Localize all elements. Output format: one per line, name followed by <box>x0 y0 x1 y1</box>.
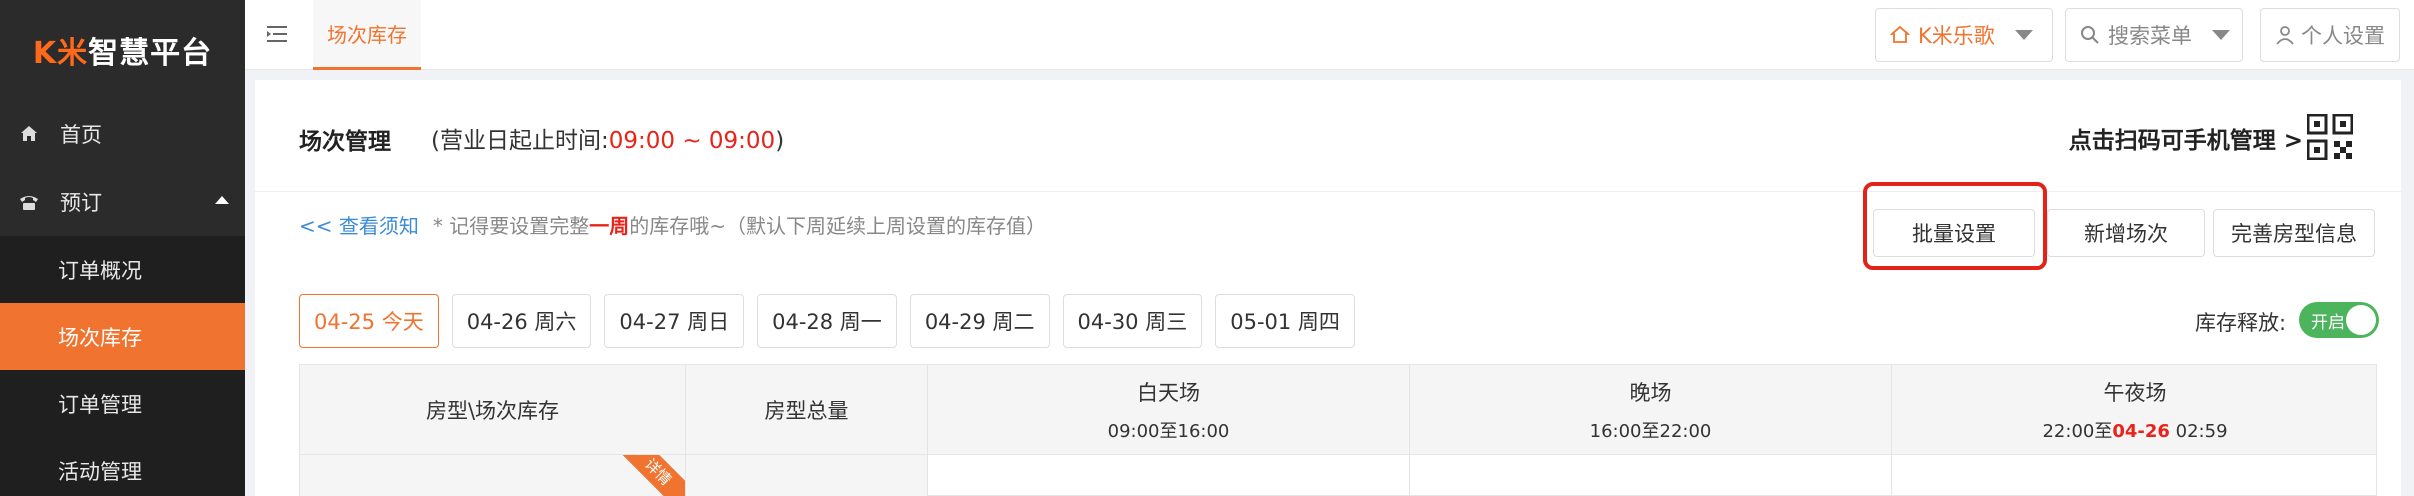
sidebar-item-label: 预订 <box>60 191 102 215</box>
sidebar: K米 智慧平台 首页 预订 订单概况 场次库存 订单管理 活动管理 <box>0 0 245 496</box>
hours-value: 09:00 ~ 09:00 <box>608 128 776 154</box>
session-time-end: 02:59 <box>2169 421 2228 442</box>
home-icon <box>1890 25 1910 45</box>
notice-text: * 记得要设置完整 <box>432 214 590 238</box>
sidebar-item-order-overview[interactable]: 订单概况 <box>0 236 245 303</box>
date-tab-0426[interactable]: 04-26 周六 <box>451 294 592 348</box>
session-name: 白天场 <box>1137 381 1200 405</box>
table-row: 详情 <box>300 455 2376 496</box>
chevron-down-icon <box>2014 30 2033 40</box>
logo-text: 智慧平台 <box>88 36 213 71</box>
store-select[interactable]: K米乐歌 <box>1875 8 2053 62</box>
chevron-down-icon <box>2212 30 2230 40</box>
column-title: 房型\场次库存 <box>425 399 560 423</box>
bulk-settings-button[interactable]: 批量设置 <box>1873 209 2035 257</box>
notice-text: 的库存哦~（默认下周延续上周设置的库存值） <box>629 214 1046 238</box>
evening-session-cell[interactable] <box>1410 455 1892 496</box>
sidebar-item-session-inventory[interactable]: 场次库存 <box>0 303 245 370</box>
date-tab-0427[interactable]: 04-27 周日 <box>604 294 745 348</box>
room-cell: 详情 <box>300 455 686 496</box>
notice-highlight: 一周 <box>589 214 630 238</box>
personal-settings-button[interactable]: 个人设置 <box>2260 8 2400 62</box>
total-cell <box>686 455 928 496</box>
column-header-total: 房型总量 <box>686 365 928 455</box>
scan-qr-link[interactable]: 点击扫码可手机管理 > <box>2069 121 2303 155</box>
inventory-table: 房型\场次库存 房型总量 白天场 09:00至16:00 晚场 16:00至22… <box>299 364 2377 496</box>
column-header-evening-session: 晚场 16:00至22:00 <box>1410 365 1892 455</box>
hours-suffix: ) <box>775 128 785 154</box>
inventory-release-label: 库存释放: <box>2195 311 2287 335</box>
sidebar-item-booking[interactable]: 预订 <box>0 168 245 236</box>
logo-brand: K米 <box>32 36 89 71</box>
toggle-label: 开启 <box>2311 312 2345 333</box>
details-ribbon[interactable]: 详情 <box>616 455 685 496</box>
date-tab-0425[interactable]: 04-25 今天 <box>299 294 439 348</box>
session-time: 22:00至04-26 02:59 <box>2042 417 2227 443</box>
session-name: 午夜场 <box>2103 381 2167 405</box>
toggle-knob <box>2346 305 2376 335</box>
settings-label: 个人设置 <box>2301 24 2385 48</box>
column-header-midnight-session: 午夜场 22:00至04-26 02:59 <box>1892 365 2378 455</box>
qr-code-icon[interactable] <box>2306 113 2354 161</box>
phone-icon <box>16 189 42 215</box>
inventory-release-toggle[interactable]: 开启 <box>2299 302 2379 338</box>
page-title: 场次管理 <box>299 129 391 155</box>
date-tab-0428[interactable]: 04-28 周一 <box>757 294 897 348</box>
menu-search[interactable]: 搜索菜单 <box>2065 8 2243 62</box>
column-header-day-session: 白天场 09:00至16:00 <box>928 365 1410 455</box>
home-icon <box>16 121 42 147</box>
table-header: 房型\场次库存 房型总量 白天场 09:00至16:00 晚场 16:00至22… <box>300 365 2376 455</box>
menu-fold-icon[interactable] <box>265 22 289 46</box>
add-session-button[interactable]: 新增场次 <box>2047 209 2205 257</box>
store-name: K米乐歌 <box>1918 24 1995 48</box>
sidebar-item-home[interactable]: 首页 <box>0 100 245 168</box>
complete-room-info-button[interactable]: 完善房型信息 <box>2213 209 2375 257</box>
session-time: 09:00至16:00 <box>1107 421 1230 442</box>
top-bar: 场次库存 K米乐歌 搜索菜单 个人设置 <box>245 0 2414 70</box>
sidebar-item-label: 首页 <box>60 123 102 147</box>
session-time: 16:00至22:00 <box>1589 421 1712 442</box>
hours-prefix: (营业日起止时间: <box>431 128 609 154</box>
date-tab-0501[interactable]: 05-01 周四 <box>1215 294 1355 348</box>
date-tabs: 04-25 今天 04-26 周六 04-27 周日 04-28 周一 04-2… <box>299 294 1368 348</box>
business-hours: (营业日起止时间:09:00 ~ 09:00) <box>431 121 784 155</box>
content-card: 场次管理 (营业日起止时间:09:00 ~ 09:00) 点击扫码可手机管理 >… <box>255 80 2401 496</box>
date-tab-0430[interactable]: 04-30 周三 <box>1062 294 1203 348</box>
session-time-date: 04-26 <box>2112 421 2170 442</box>
tab-session-inventory[interactable]: 场次库存 <box>313 0 421 70</box>
search-placeholder: 搜索菜单 <box>2108 24 2192 48</box>
session-name: 晚场 <box>1629 381 1672 405</box>
column-title: 房型总量 <box>764 399 849 423</box>
sidebar-item-order-management[interactable]: 订单管理 <box>0 370 245 437</box>
sidebar-submenu: 订单概况 场次库存 订单管理 活动管理 <box>0 236 245 496</box>
app-logo[interactable]: K米 智慧平台 <box>0 0 245 100</box>
page-header: 场次管理 (营业日起止时间:09:00 ~ 09:00) 点击扫码可手机管理 > <box>255 80 2401 192</box>
search-icon <box>2080 25 2100 45</box>
session-time-start: 22:00至 <box>2042 421 2113 442</box>
sidebar-item-activity-management[interactable]: 活动管理 <box>0 437 245 496</box>
day-session-cell[interactable] <box>928 455 1410 496</box>
user-icon <box>2275 25 2295 45</box>
chevron-up-icon <box>215 196 229 204</box>
column-header-room: 房型\场次库存 <box>300 365 686 455</box>
date-tab-0429[interactable]: 04-29 周二 <box>909 294 1050 348</box>
notice: << 查看须知 * 记得要设置完整一周的库存哦~（默认下周延续上周设置的库存值） <box>299 210 1046 239</box>
view-notice-link[interactable]: << 查看须知 <box>299 214 419 238</box>
